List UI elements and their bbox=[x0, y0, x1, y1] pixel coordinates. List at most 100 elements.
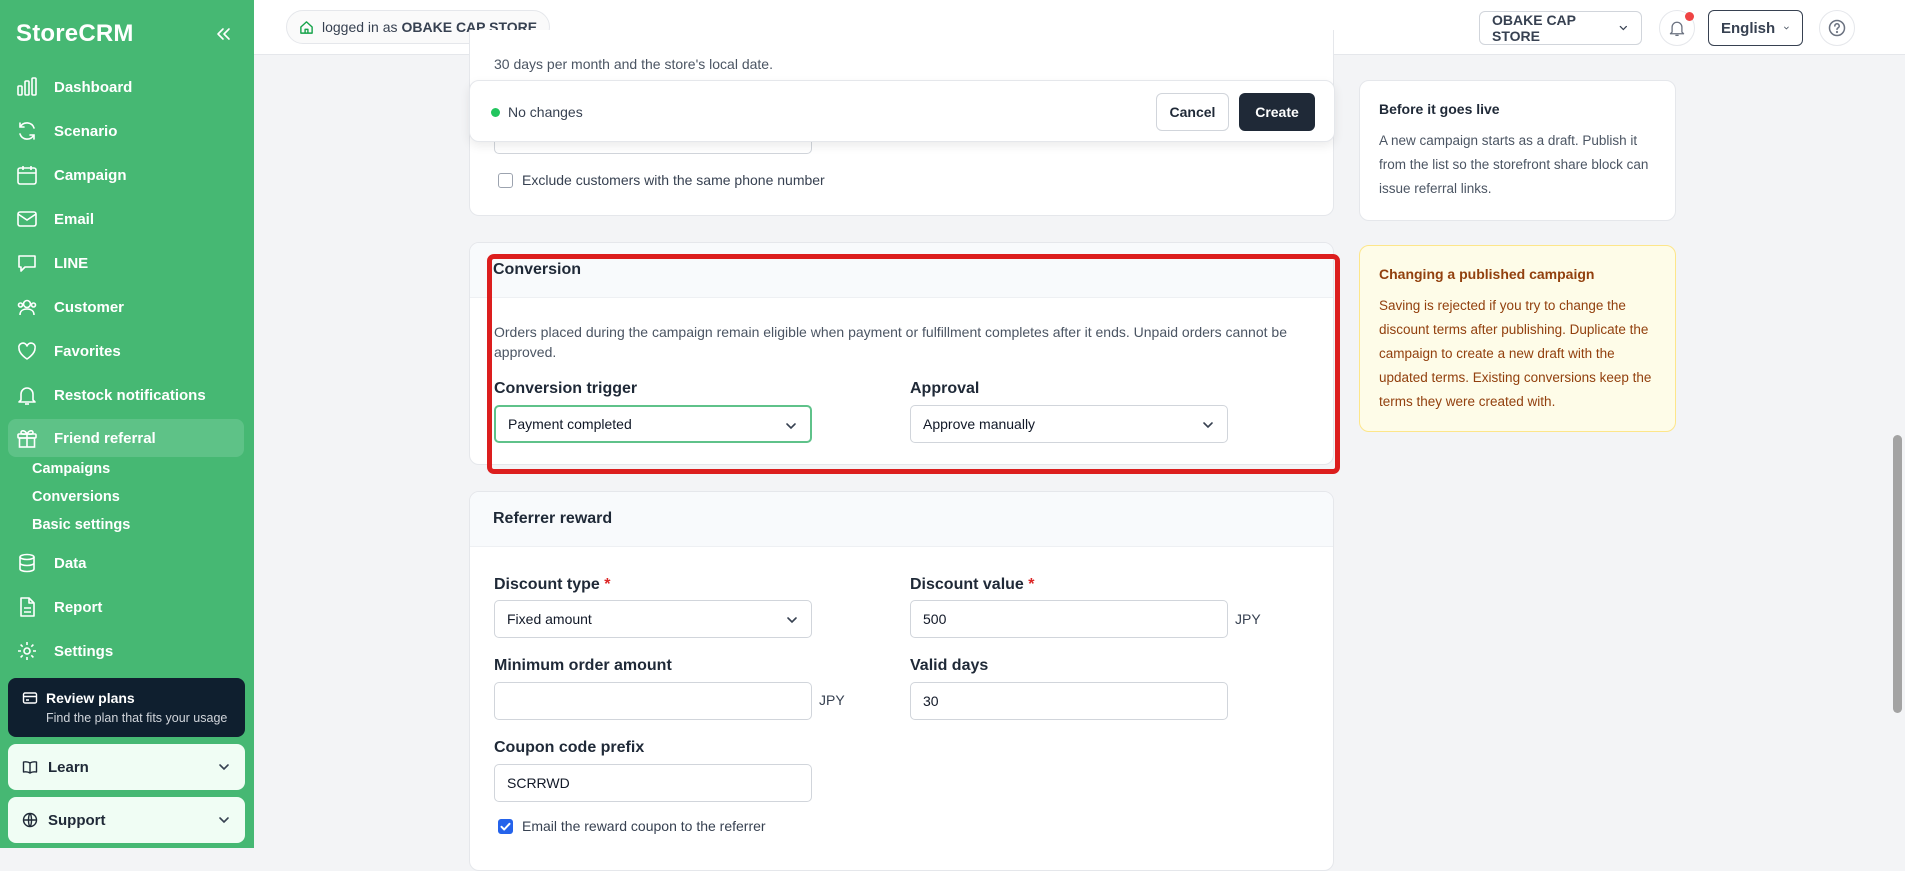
exclude-same-phone-checkbox[interactable] bbox=[498, 173, 513, 188]
sidebar-item-campaign[interactable]: Campaign bbox=[8, 157, 244, 193]
discount-type-value: Fixed amount bbox=[507, 611, 592, 627]
conversion-description: Orders placed during the campaign remain… bbox=[494, 324, 1287, 360]
conversion-card: Conversion Orders placed during the camp… bbox=[469, 242, 1334, 465]
sidebar-subitem-campaigns[interactable]: Campaigns bbox=[32, 461, 110, 477]
email-coupon-checkbox[interactable] bbox=[498, 819, 513, 834]
sidebar-item-label: Customer bbox=[54, 298, 125, 316]
question-circle-icon bbox=[1828, 19, 1846, 37]
chevron-down-icon bbox=[219, 817, 229, 824]
sidebar-item-dashboard[interactable]: Dashboard bbox=[8, 69, 244, 105]
chevron-down-icon bbox=[1620, 25, 1628, 31]
logged-in-prefix: logged in as bbox=[322, 19, 398, 35]
sidebar-item-label: Report bbox=[54, 598, 103, 616]
changing-published-body: Saving is rejected if you try to change … bbox=[1379, 298, 1652, 409]
sidebar-item-settings[interactable]: Settings bbox=[8, 633, 244, 669]
users-icon bbox=[17, 299, 37, 316]
before-live-title: Before it goes live bbox=[1379, 101, 1500, 117]
support-expander[interactable]: Support bbox=[8, 797, 245, 843]
chevron-down-icon bbox=[1784, 26, 1789, 30]
sidebar-item-label: Scenario bbox=[54, 122, 118, 140]
sidebar-item-line[interactable]: LINE bbox=[8, 245, 244, 281]
learn-label: Learn bbox=[48, 758, 89, 776]
sidebar-subitem-conversions[interactable]: Conversions bbox=[32, 489, 120, 505]
sidebar-subitem-basic-settings[interactable]: Basic settings bbox=[32, 517, 130, 533]
chevron-down-icon bbox=[786, 423, 796, 430]
help-button[interactable] bbox=[1819, 10, 1855, 46]
notification-dot bbox=[1685, 12, 1694, 21]
approval-select[interactable]: Approve manually bbox=[910, 405, 1228, 443]
chevron-down-icon bbox=[787, 617, 797, 624]
chevron-down-icon bbox=[219, 764, 229, 771]
gift-icon bbox=[17, 430, 37, 448]
conversion-heading: Conversion bbox=[470, 243, 1333, 298]
home-icon bbox=[300, 20, 313, 34]
conversion-trigger-label: Conversion trigger bbox=[494, 380, 638, 397]
sidebar-item-label: Restock notifications bbox=[54, 386, 206, 404]
referrer-reward-card: Referrer reward Discount type * Fixed am… bbox=[469, 491, 1334, 871]
approval-value: Approve manually bbox=[923, 416, 1036, 432]
store-selector[interactable]: OBAKE CAP STORE bbox=[1479, 11, 1642, 45]
bar-chart-icon bbox=[17, 77, 37, 96]
approval-label: Approval bbox=[910, 380, 980, 397]
min-order-input[interactable] bbox=[494, 682, 812, 720]
before-live-body: A new campaign starts as a draft. Publis… bbox=[1379, 133, 1649, 196]
globe-icon bbox=[22, 812, 38, 828]
exclude-same-phone-label: Exclude customers with the same phone nu… bbox=[522, 172, 825, 188]
sidebar-item-label: Friend referral bbox=[54, 429, 156, 447]
sidebar-item-label: Dashboard bbox=[54, 78, 133, 96]
sidebar-item-email[interactable]: Email bbox=[8, 201, 244, 237]
checkmark-icon bbox=[500, 822, 511, 831]
database-icon bbox=[19, 553, 35, 573]
review-plans-card[interactable]: Review plans Find the plan that fits you… bbox=[8, 678, 245, 737]
learn-expander[interactable]: Learn bbox=[8, 744, 245, 790]
app-logo: StoreCRM bbox=[16, 20, 134, 47]
language-selector[interactable]: English bbox=[1708, 10, 1803, 46]
valid-days-input[interactable]: 30 bbox=[910, 682, 1228, 720]
review-plans-title: Review plans bbox=[46, 690, 135, 706]
chevron-down-icon bbox=[1203, 422, 1213, 429]
changing-published-card: Changing a published campaign Saving is … bbox=[1359, 245, 1676, 432]
refresh-icon bbox=[19, 122, 35, 140]
sidebar-item-report[interactable]: Report bbox=[8, 589, 244, 625]
coupon-prefix-label: Coupon code prefix bbox=[494, 739, 645, 756]
save-bar: No changes Cancel Create bbox=[469, 80, 1335, 142]
sidebar-item-friend-referral[interactable]: Friend referral bbox=[8, 419, 244, 457]
language-label: English bbox=[1721, 19, 1776, 37]
min-order-label: Minimum order amount bbox=[494, 657, 672, 674]
page-scrollbar-thumb[interactable] bbox=[1893, 435, 1902, 713]
discount-type-select[interactable]: Fixed amount bbox=[494, 600, 812, 638]
mail-icon bbox=[17, 211, 37, 227]
create-button[interactable]: Create bbox=[1239, 93, 1315, 131]
cancel-button[interactable]: Cancel bbox=[1156, 93, 1229, 131]
sidebar-item-label: Campaign bbox=[54, 166, 127, 184]
sidebar-item-label: Email bbox=[54, 210, 95, 228]
coupon-prefix-input[interactable]: SCRRWD bbox=[494, 764, 812, 802]
heart-icon bbox=[18, 342, 36, 360]
status-dot bbox=[491, 108, 500, 117]
support-label: Support bbox=[48, 811, 106, 829]
document-icon bbox=[20, 597, 35, 617]
changing-published-title: Changing a published campaign bbox=[1379, 266, 1595, 282]
discount-type-label: Discount type * bbox=[494, 576, 611, 593]
target-note: 30 days per month and the store's local … bbox=[494, 56, 773, 72]
sidebar-item-favorites[interactable]: Favorites bbox=[8, 333, 244, 369]
gear-icon bbox=[18, 642, 36, 660]
min-order-currency: JPY bbox=[819, 692, 845, 708]
sidebar-item-label: Settings bbox=[54, 642, 114, 660]
calendar-icon bbox=[17, 166, 37, 185]
sidebar-item-scenario[interactable]: Scenario bbox=[8, 113, 244, 149]
sidebar-item-restock-notifications[interactable]: Restock notifications bbox=[8, 377, 244, 413]
sidebar-item-label: LINE bbox=[54, 254, 89, 272]
discount-currency: JPY bbox=[1235, 611, 1261, 627]
bell-icon bbox=[18, 387, 36, 405]
collapse-sidebar-icon[interactable] bbox=[213, 24, 233, 44]
sidebar-item-data[interactable]: Data bbox=[8, 545, 244, 581]
discount-value-label: Discount value * bbox=[910, 576, 1035, 593]
save-status: No changes bbox=[508, 104, 583, 120]
chat-bubble-icon bbox=[18, 255, 36, 272]
sidebar-item-customer[interactable]: Customer bbox=[8, 289, 244, 325]
book-icon bbox=[22, 761, 38, 774]
store-selector-label: OBAKE CAP STORE bbox=[1492, 12, 1576, 44]
discount-value-input[interactable]: 500 bbox=[910, 600, 1228, 638]
conversion-trigger-select[interactable]: Payment completed bbox=[494, 405, 812, 443]
